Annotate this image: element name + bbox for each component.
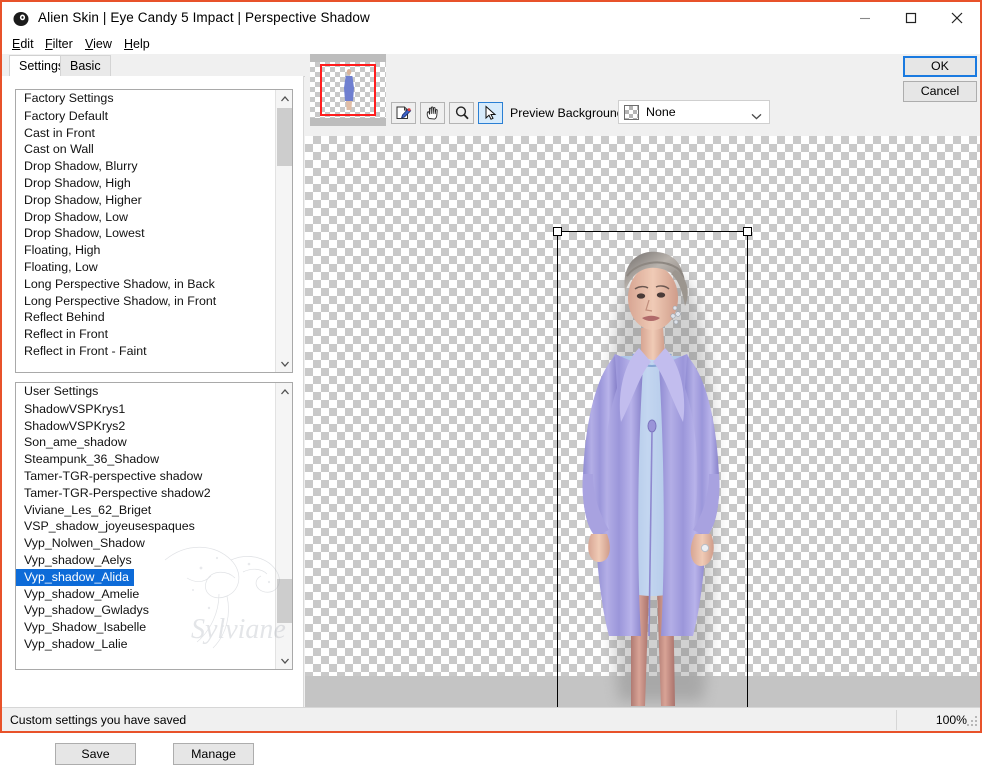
list-item[interactable]: Tamer-TGR-perspective shadow <box>16 468 275 485</box>
list-item[interactable]: Reflect in Front <box>16 326 275 343</box>
close-button[interactable] <box>934 2 980 34</box>
preview-canvas[interactable] <box>305 136 980 710</box>
list-item[interactable]: Factory Default <box>16 108 275 125</box>
scroll-down-icon[interactable] <box>276 652 292 669</box>
list-item[interactable]: Tamer-TGR-Perspective shadow2 <box>16 485 275 502</box>
hand-icon[interactable] <box>420 102 445 124</box>
list-item[interactable]: Vyp_Shadow_Isabelle <box>16 619 275 636</box>
list-item[interactable]: Floating, Low <box>16 259 275 276</box>
zoom-icon[interactable] <box>449 102 474 124</box>
user-scroll-thumb[interactable] <box>277 579 292 623</box>
scroll-up-icon[interactable] <box>276 383 292 400</box>
list-item[interactable]: ShadowVSPKrys1 <box>16 401 275 418</box>
chevron-down-icon[interactable] <box>751 109 762 123</box>
tab-basic[interactable]: Basic <box>60 55 111 76</box>
menu-item-help[interactable]: Help <box>122 37 152 51</box>
checkerboard-swatch-icon <box>624 105 639 120</box>
list-header: User Settings <box>24 384 99 398</box>
preview-background-value: None <box>646 105 676 119</box>
settings-panel: Factory Settings Factory Default Cast in F… <box>2 76 304 765</box>
navigator-thumbnail[interactable] <box>310 54 386 126</box>
list-item[interactable]: Cast in Front <box>16 125 275 142</box>
eyedropper-icon[interactable] <box>391 102 416 124</box>
list-item[interactable]: Vyp_shadow_Gwladys <box>16 602 275 619</box>
list-item[interactable]: Drop Shadow, Blurry <box>16 158 275 175</box>
list-item[interactable]: Reflect Behind <box>16 309 275 326</box>
list-item[interactable]: Vyp_shadow_Aelys <box>16 552 275 569</box>
selection-handle-top-left[interactable] <box>553 227 562 236</box>
cancel-button[interactable]: Cancel <box>903 81 977 102</box>
menu-item-view[interactable]: View <box>83 37 114 51</box>
tab-strip: Settings Basic <box>2 55 980 77</box>
list-item[interactable]: VSP_shadow_joyeusespaques <box>16 518 275 535</box>
menu-item-edit[interactable]: Edit <box>10 37 36 51</box>
list-item[interactable]: Long Perspective Shadow, in Back <box>16 276 275 293</box>
window-title: Alien Skin | Eye Candy 5 Impact | Perspe… <box>38 10 370 25</box>
status-message: Custom settings you have saved <box>10 713 187 727</box>
preview-area: Preview Background: None OK Cancel <box>305 54 980 710</box>
resize-grip-icon[interactable] <box>966 715 978 730</box>
factory-scroll-thumb[interactable] <box>277 108 292 166</box>
status-divider <box>896 710 897 730</box>
list-item[interactable]: Steampunk_36_Shadow <box>16 451 275 468</box>
list-item[interactable]: Drop Shadow, Low <box>16 209 275 226</box>
list-item[interactable]: Cast on Wall <box>16 141 275 158</box>
list-item[interactable]: Drop Shadow, Lowest <box>16 225 275 242</box>
list-item[interactable]: ShadowVSPKrys2 <box>16 418 275 435</box>
menu-item-filter[interactable]: Filter <box>43 37 75 51</box>
list-item[interactable]: Vyp_shadow_Alida <box>16 568 134 586</box>
list-item[interactable]: Son_ame_shadow <box>16 434 275 451</box>
title-bar: Alien Skin | Eye Candy 5 Impact | Perspe… <box>2 2 980 36</box>
application-window: Alien Skin | Eye Candy 5 Impact | Perspe… <box>0 0 982 765</box>
list-item[interactable]: Floating, High <box>16 242 275 259</box>
maximize-button[interactable] <box>888 2 934 34</box>
zoom-level: 100% <box>935 713 967 727</box>
manage-button[interactable]: Manage <box>173 743 254 765</box>
list-item[interactable]: Vyp_shadow_Amelie <box>16 586 275 603</box>
selection-handle-top-right[interactable] <box>743 227 752 236</box>
status-bar: Custom settings you have saved 100% <box>2 707 980 731</box>
preview-background-dropdown[interactable]: None <box>618 100 770 124</box>
list-item[interactable]: Vyp_shadow_Lalie <box>16 636 275 653</box>
app-icon <box>12 10 30 28</box>
list-item[interactable]: Vyp_Nolwen_Shadow <box>16 535 275 552</box>
factory-list-scrollbar[interactable] <box>275 90 292 372</box>
preview-background-label: Preview Background: <box>510 106 628 120</box>
list-item[interactable]: Drop Shadow, Higher <box>16 192 275 209</box>
user-list-scrollbar[interactable] <box>275 383 292 669</box>
pointer-icon[interactable] <box>478 102 503 124</box>
navigator-viewport-rect[interactable] <box>320 64 376 116</box>
scroll-up-icon[interactable] <box>276 90 292 107</box>
list-item[interactable]: Drop Shadow, High <box>16 175 275 192</box>
factory-settings-list[interactable]: Factory Settings Factory Default Cast in F… <box>15 89 293 373</box>
list-item[interactable]: Long Perspective Shadow, in Front <box>16 293 275 310</box>
menu-bar: Edit Filter View Help <box>2 35 980 54</box>
list-item[interactable]: Reflect in Front - Faint <box>16 343 275 360</box>
scroll-down-icon[interactable] <box>276 355 292 372</box>
selection-bounding-box[interactable] <box>557 231 748 710</box>
list-header: Factory Settings <box>24 91 114 105</box>
list-item[interactable]: Viviane_Les_62_Briget <box>16 502 275 519</box>
minimize-button[interactable] <box>842 2 888 34</box>
user-settings-list[interactable]: User Settings ShadowVSPKrys1 ShadowVSPKrys… <box>15 382 293 670</box>
ok-button[interactable]: OK <box>903 56 977 77</box>
save-button[interactable]: Save <box>55 743 136 765</box>
